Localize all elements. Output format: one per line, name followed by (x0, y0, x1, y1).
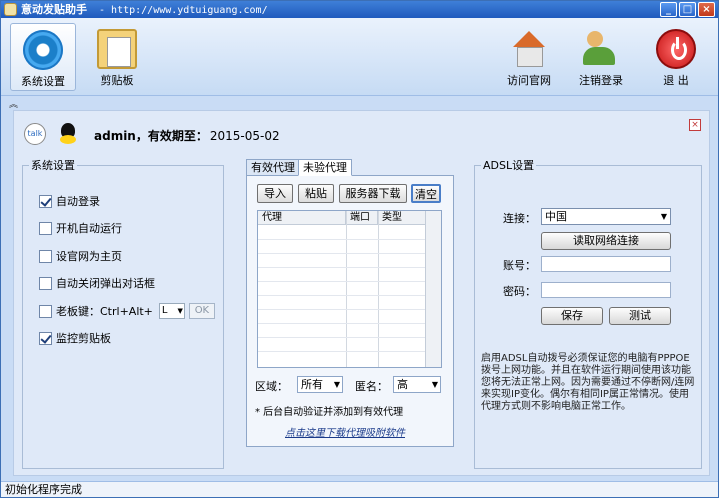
grid-line (258, 351, 441, 352)
account-field[interactable] (541, 256, 671, 272)
app-window: 意动发贴助手 - http://www.ydtuiguang.com/ _ □ … (0, 0, 719, 498)
checkbox[interactable] (39, 276, 52, 290)
boss-key-select[interactable]: L (158, 303, 185, 319)
system-settings-label: 系统设置 (21, 75, 65, 88)
status-bar: 初始化程序完成 (1, 481, 718, 497)
visit-site-label: 访问官网 (507, 74, 551, 87)
maximize-button[interactable]: □ (679, 2, 696, 17)
grid-line (258, 337, 441, 338)
anonymity-label: 匿名： (355, 380, 388, 393)
option-startup[interactable]: 开机自动运行 (39, 220, 122, 236)
clipboard-icon (97, 29, 137, 69)
adsl-note: 启用ADSL自动拨号必须保证您的电脑有PPPOE拨号上网功能。并且在软件运行期间… (481, 353, 695, 412)
checkbox[interactable] (39, 249, 52, 263)
option-label: 开机自动运行 (56, 222, 122, 235)
test-button[interactable]: 测试 (609, 307, 671, 325)
grid-line (258, 323, 441, 324)
talk-icon: talk (24, 123, 46, 145)
checkbox[interactable] (39, 331, 52, 345)
read-connection-button[interactable]: 读取网络连接 (541, 232, 671, 250)
column-header-type[interactable]: 类型 (378, 211, 427, 225)
password-field[interactable] (541, 282, 671, 298)
option-auto-close-dialog[interactable]: 自动关闭弹出对话框 (39, 275, 155, 291)
anonymity-select[interactable]: 高 (393, 376, 441, 393)
proxy-tab-content: 导入 粘贴 服务器下载 清空 代理 端口 类型 区域： 所有 ▼ 匿名： 高 ▼… (246, 175, 454, 447)
close-window-button[interactable]: × (698, 2, 715, 17)
checkbox[interactable] (39, 221, 52, 235)
proxy-table[interactable]: 代理 端口 类型 (257, 210, 442, 368)
save-button[interactable]: 保存 (541, 307, 603, 325)
option-label: 老板键：Ctrl+Alt+ (56, 305, 153, 318)
adsl-settings-legend: ADSL设置 (483, 159, 535, 172)
grid-line (258, 239, 441, 240)
option-set-homepage[interactable]: 设官网为主页 (39, 248, 122, 264)
user-name-label: admin，有效期至： (94, 129, 208, 143)
window-title: 意动发贴助手 (21, 3, 87, 16)
logout-button[interactable]: 注销登录 (568, 23, 634, 91)
app-icon (4, 3, 17, 16)
auto-verify-note: * 后台自动验证并添加到有效代理 (255, 407, 404, 418)
expiry-date: 2015-05-02 (209, 129, 280, 143)
clipboard-label: 剪贴板 (100, 74, 134, 87)
grid-line (258, 309, 441, 310)
option-label: 设官网为主页 (56, 250, 122, 263)
window-url: - http://www.ydtuiguang.com/ (93, 5, 268, 16)
system-settings-legend: 系统设置 (31, 159, 75, 172)
qq-penguin-icon (58, 123, 78, 145)
title-bar[interactable]: 意动发贴助手 - http://www.ydtuiguang.com/ _ □ … (1, 1, 718, 18)
grid-line (258, 253, 441, 254)
column-header-port[interactable]: 端口 (346, 211, 378, 225)
connection-label: 连接： (503, 212, 536, 225)
region-label: 区域： (255, 380, 288, 393)
column-header-proxy[interactable]: 代理 (258, 211, 346, 225)
exit-label: 退 出 (663, 74, 689, 87)
checkbox[interactable] (39, 194, 52, 208)
visit-site-button[interactable]: 访问官网 (496, 23, 562, 91)
home-icon (509, 29, 549, 69)
adsl-settings-group: ADSL设置 连接： 中国 读取网络连接 账号： 密码： 保存 测试 启用ADS… (474, 157, 702, 469)
grid-line (378, 211, 379, 367)
grid-line (258, 281, 441, 282)
checkbox[interactable] (39, 304, 52, 318)
close-panel-icon[interactable]: × (689, 119, 701, 131)
clear-button[interactable]: 清空 (411, 184, 441, 203)
option-monitor-clipboard[interactable]: 监控剪贴板 (39, 330, 111, 346)
option-label: 自动登录 (56, 195, 100, 208)
users-icon (581, 29, 621, 69)
option-auto-login[interactable]: 自动登录 (39, 193, 100, 209)
region-select[interactable]: 所有 (297, 376, 343, 393)
system-settings-group: 系统设置 自动登录 开机自动运行 设官网为主页 自动关闭弹出对话框 老板键：Ct… (22, 157, 224, 469)
user-expiry-text: admin，有效期至： 2015-05-02 (94, 127, 280, 144)
grid-line (346, 211, 347, 367)
paste-button[interactable]: 粘贴 (298, 184, 334, 203)
clipboard-button[interactable]: 剪贴板 (84, 23, 150, 91)
main-panel: talk admin，有效期至： 2015-05-02 × 系统设置 自动登录 开… (13, 110, 710, 476)
grid-line (258, 267, 441, 268)
tab-valid-proxy[interactable]: 有效代理 (246, 159, 300, 176)
option-boss-key[interactable]: 老板键：Ctrl+Alt+ L OK (39, 303, 215, 319)
collapse-toolbar-icon[interactable]: ︽ (9, 97, 18, 110)
table-scrollbar[interactable] (425, 211, 441, 367)
import-button[interactable]: 导入 (257, 184, 293, 203)
gear-icon (23, 30, 63, 70)
tab-unverified-proxy[interactable]: 未验代理 (298, 159, 352, 176)
minimize-button[interactable]: _ (660, 2, 677, 17)
grid-line (258, 295, 441, 296)
option-label: 监控剪贴板 (56, 332, 111, 345)
account-label: 账号： (503, 259, 536, 272)
server-download-button[interactable]: 服务器下载 (339, 184, 407, 203)
main-toolbar: 系统设置 剪贴板 访问官网 注销登录 退 出 (1, 18, 718, 96)
option-label: 自动关闭弹出对话框 (56, 277, 155, 290)
password-label: 密码： (503, 285, 536, 298)
system-settings-button[interactable]: 系统设置 (10, 23, 76, 91)
download-proxy-tool-link[interactable]: 点击这里下载代理吸附软件 (285, 424, 405, 439)
proxy-panel: 有效代理 未验代理 导入 粘贴 服务器下载 清空 代理 端口 类型 区域： 所有… (246, 159, 454, 447)
power-icon (656, 29, 696, 69)
boss-key-ok-button[interactable]: OK (188, 303, 215, 319)
exit-button[interactable]: 退 出 (643, 23, 709, 91)
logout-label: 注销登录 (579, 74, 623, 87)
status-text: 初始化程序完成 (5, 483, 82, 496)
connection-select[interactable]: 中国 (541, 208, 671, 225)
